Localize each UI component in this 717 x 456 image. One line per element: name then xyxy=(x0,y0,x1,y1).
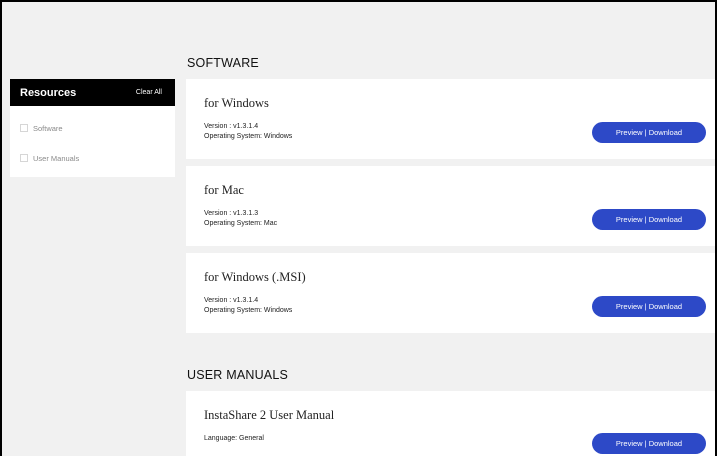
card-meta: Version : v1.3.1.4 Operating System: Win… xyxy=(204,296,292,316)
card-version: Version : v1.3.1.4 xyxy=(204,297,259,304)
resources-sidebar: Resources Clear All Software User Manual… xyxy=(10,79,175,177)
card-version: Version : v1.3.1.4 xyxy=(204,123,259,130)
clear-all-button[interactable]: Clear All xyxy=(136,89,162,96)
software-card-mac: for Mac Version : v1.3.1.3 Operating Sys… xyxy=(186,166,715,246)
card-meta: Language: General xyxy=(204,434,264,444)
card-meta: Version : v1.3.1.3 Operating System: Mac xyxy=(204,209,277,229)
filter-software-label: Software xyxy=(33,123,63,133)
card-os: Operating System: Windows xyxy=(204,133,293,140)
sidebar-title: Resources xyxy=(20,86,77,99)
card-os: Operating System: Windows xyxy=(204,307,293,314)
filter-user-manuals-label: User Manuals xyxy=(33,153,80,163)
manual-card-instashare: InstaShare 2 User Manual Language: Gener… xyxy=(186,391,715,456)
preview-download-button[interactable]: Preview | Download xyxy=(592,122,706,143)
filter-software[interactable]: Software xyxy=(20,121,175,135)
sidebar-header: Resources Clear All xyxy=(10,79,175,106)
card-version: Version : v1.3.1.3 xyxy=(204,210,259,217)
software-card-windows-msi: for Windows (.MSI) Version : v1.3.1.4 Op… xyxy=(186,253,715,333)
software-card-windows: for Windows Version : v1.3.1.4 Operating… xyxy=(186,79,715,159)
preview-download-button[interactable]: Preview | Download xyxy=(592,433,706,454)
software-section-heading: SOFTWARE xyxy=(187,56,259,70)
user-manuals-checkbox[interactable] xyxy=(20,154,28,162)
card-title: InstaShare 2 User Manual xyxy=(204,408,335,422)
card-title: for Mac xyxy=(204,183,244,197)
card-meta: Version : v1.3.1.4 Operating System: Win… xyxy=(204,122,292,142)
user-manuals-section-heading: USER MANUALS xyxy=(187,368,289,382)
card-language: Language: General xyxy=(204,435,264,442)
card-os: Operating System: Mac xyxy=(204,220,278,227)
filter-user-manuals[interactable]: User Manuals xyxy=(20,151,175,165)
card-title: for Windows (.MSI) xyxy=(204,270,306,284)
preview-download-button[interactable]: Preview | Download xyxy=(592,296,706,317)
page-frame: Resources Clear All Software User Manual… xyxy=(0,0,717,456)
preview-download-button[interactable]: Preview | Download xyxy=(592,209,706,230)
card-title: for Windows xyxy=(204,96,269,110)
software-checkbox[interactable] xyxy=(20,124,28,132)
